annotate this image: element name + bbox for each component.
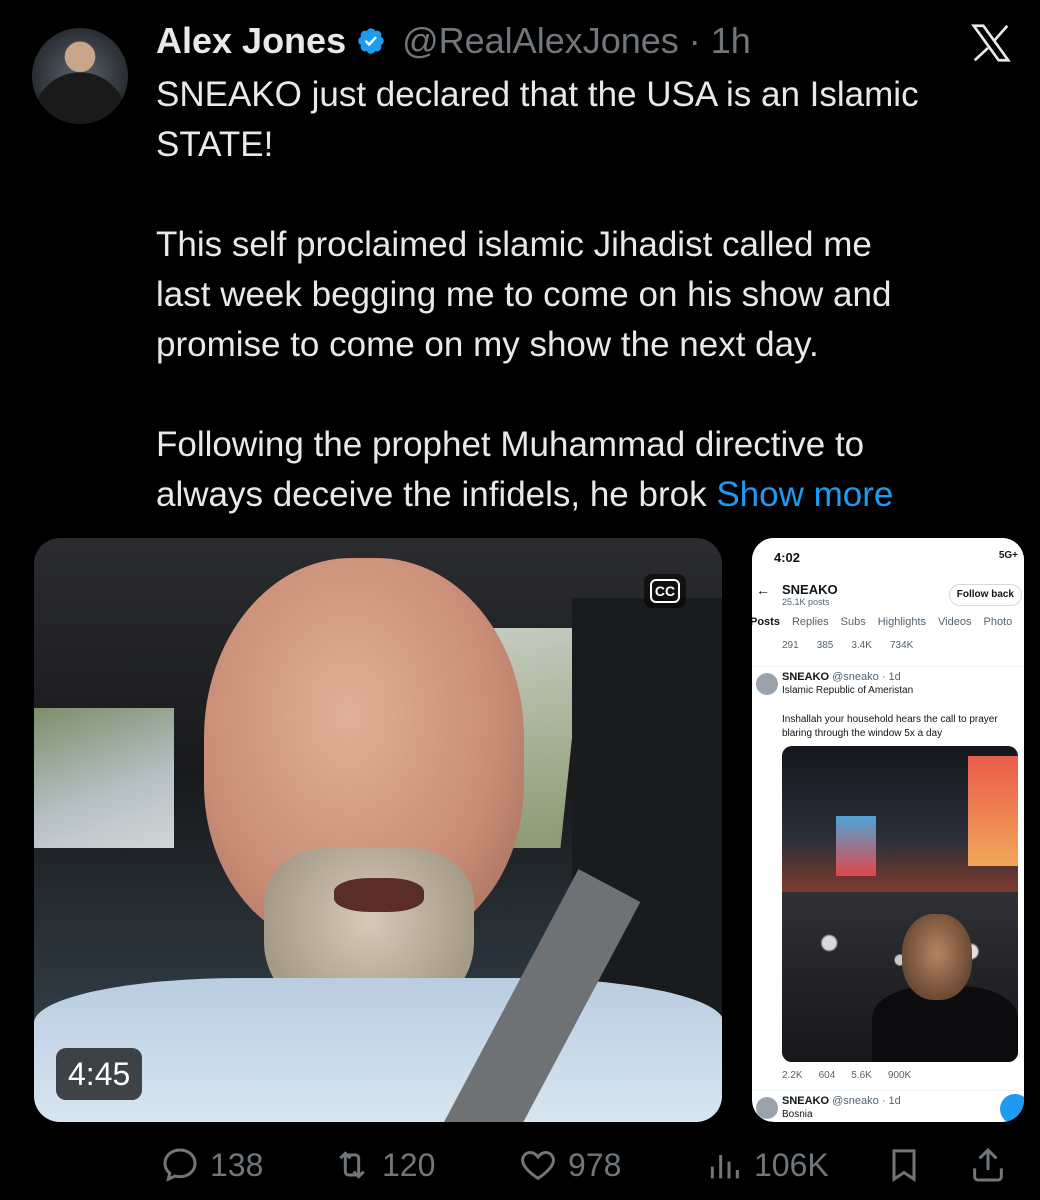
screenshot-tab: Videos [938,616,972,628]
share-button[interactable] [968,1145,1008,1185]
screenshot-avatar [756,1097,778,1119]
screenshot-profile-name: SNEAKO [782,582,838,597]
tweet-line: STATE! [156,125,274,164]
screenshot-stat: 3.4K [851,640,872,651]
bookmark-icon [892,1149,916,1182]
screenshot-tab: Subs [840,616,866,628]
screenshot-tweet-name: SNEAKO [782,1095,830,1107]
phone-status-bar: 4:02 5G+ [752,538,1024,578]
like-count: 978 [568,1146,622,1183]
screenshot-stat: 2.2K [782,1070,803,1081]
screenshot-tweet-author: SNEAKO @sneako · 1d [782,671,901,683]
tweet-timestamp[interactable]: 1h [711,20,751,62]
phone-time: 4:02 [774,550,801,565]
video-player[interactable] [34,538,722,1122]
author-display-name[interactable]: Alex Jones [156,20,346,62]
attached-screenshot[interactable]: 4:02 5G+ ← SNEAKO 25.1K posts Follow bac… [752,538,1024,1122]
cc-icon: CC [650,579,680,603]
closed-captions-button[interactable]: CC [644,574,686,608]
screenshot-tab: Replies [791,616,829,628]
video-duration-badge: 4:45 [56,1048,143,1100]
screenshot-tweet-bio: Islamic Republic of Ameristan [782,685,914,696]
photo-billboard [836,816,876,876]
screenshot-tweet-line: blaring through the window 5x a day [782,728,943,739]
screenshot-photo [782,746,1018,1062]
video-frame-mouth [334,878,424,912]
screenshot-stat: 734K [889,640,914,651]
reply-button[interactable]: 138 [160,1145,263,1185]
header-separator: · [688,20,701,61]
screenshot-post-count: 25.1K posts [782,597,830,607]
photo-person-face [902,914,972,1000]
phone-signal: 5G+ [998,550,1018,561]
screenshot-tab: Highlights [877,616,927,628]
tweet-line: always deceive the infidels, he brok Sho… [156,470,1016,520]
reply-icon [163,1148,197,1182]
retweet-icon [339,1151,365,1179]
views-chart-icon [710,1155,739,1179]
screenshot-stat: 900K [887,1070,912,1081]
screenshot-profile-header: ← SNEAKO 25.1K posts Follow back [752,578,1024,614]
like-button[interactable]: 978 [518,1145,621,1185]
compose-fab-icon [1000,1094,1024,1122]
tweet-action-bar: 138 120 978 106K [156,1140,1016,1190]
screenshot-stat: 385 [816,640,834,651]
back-arrow-icon: ← [756,582,770,598]
x-logo-icon[interactable] [968,20,1014,66]
tweet-line: Following the prophet Muhammad directive… [156,425,865,464]
screenshot-tweet-body: Inshallah your household hears the call … [782,713,1022,741]
bookmark-button[interactable] [884,1145,924,1185]
screenshot-tweet-text: Bosnia [782,1109,813,1120]
screenshot-tweet: SNEAKO @sneako · 1d Bosnia [752,1090,1024,1122]
screenshot-tab: Posts [752,616,780,628]
screenshot-tabs: Posts Replies Subs Highlights Videos Pho… [752,616,1024,628]
screenshot-tweet-name: SNEAKO [782,671,830,683]
author-avatar[interactable] [32,28,128,124]
screenshot-tweet-handle: @sneako · 1d [832,1095,901,1107]
tweet-line: SNEAKO just declared that the USA is an … [156,75,919,114]
screenshot-bottom-stats: 2.2K 604 5.6K 900K [782,1070,1022,1081]
screenshot-avatar [756,673,778,695]
video-frame-window [34,708,174,848]
retweet-count: 120 [382,1146,436,1183]
views-button[interactable]: 106K [704,1145,829,1185]
show-more-link[interactable]: Show more [716,475,893,514]
tweet-line: promise to come on my show the next day. [156,325,819,364]
share-icon [973,1147,1003,1182]
tweet-text: SNEAKO just declared that the USA is an … [156,70,1016,520]
tweet-line-text: always deceive the infidels, he brok [156,475,707,514]
author-handle[interactable]: @RealAlexJones [402,20,679,62]
photo-billboard [968,756,1018,866]
screenshot-follow-button: Follow back [948,584,1022,606]
screenshot-tab: Photo [983,616,1013,628]
reply-count: 138 [210,1146,264,1183]
verified-badge-icon [358,28,384,54]
heart-icon [521,1150,555,1181]
screenshot-tweet-handle: @sneako · 1d [832,671,901,683]
tweet-line: last week begging me to come on his show… [156,275,892,314]
screenshot-tweet-author: SNEAKO @sneako · 1d [782,1095,901,1107]
views-count: 106K [754,1146,829,1183]
screenshot-stat: 604 [818,1070,836,1081]
screenshot-stat: 5.6K [851,1070,872,1081]
screenshot-tweet: SNEAKO @sneako · 1d Islamic Republic of … [752,666,1024,739]
screenshot-stat: 291 [782,640,799,651]
retweet-button[interactable]: 120 [332,1145,435,1185]
screenshot-tweet-line: Inshallah your household hears the call … [782,714,998,725]
screenshot-top-stats: 291 385 3.4K 734K [782,640,1022,651]
tweet-header: Alex Jones @RealAlexJones · 1h [156,18,751,64]
tweet-line: This self proclaimed islamic Jihadist ca… [156,225,872,264]
